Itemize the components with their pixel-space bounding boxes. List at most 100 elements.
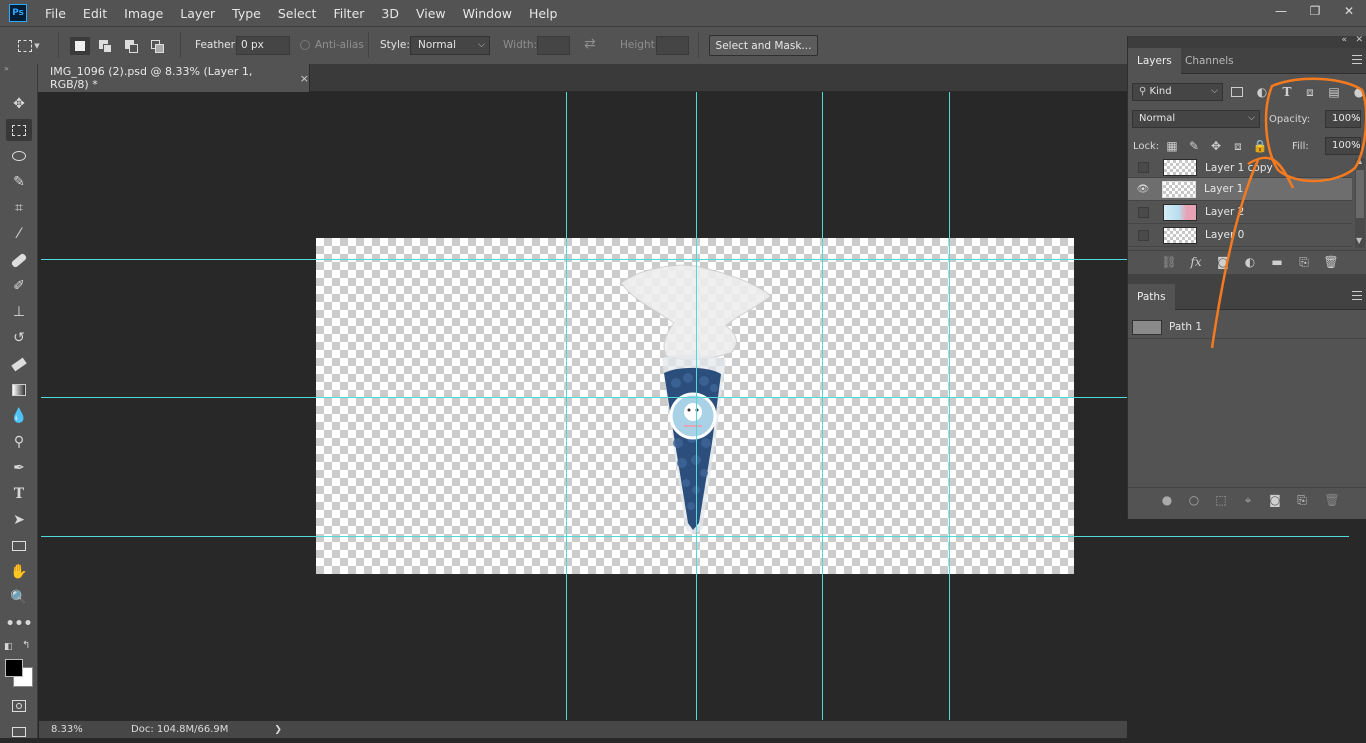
lock-transparent-pixels-icon[interactable]: ▦ — [1163, 137, 1181, 155]
intersect-selection-button[interactable] — [148, 37, 168, 55]
close-panels-icon[interactable]: ✕ — [1355, 35, 1363, 45]
marquee-preset-picker[interactable]: ▼ — [16, 35, 42, 57]
layer-row-layer-1[interactable]: 👁 Layer 1 — [1128, 178, 1352, 201]
path-selection-tool[interactable]: ➤ — [6, 509, 32, 531]
menu-filter[interactable]: Filter — [333, 6, 364, 21]
lock-artboard-icon[interactable]: ⧈ — [1229, 137, 1247, 155]
menu-layer[interactable]: Layer — [180, 6, 215, 21]
zoom-tool[interactable]: 🔍 — [6, 587, 32, 609]
new-layer-icon[interactable]: ⎘ — [1295, 253, 1313, 271]
eye-icon[interactable]: 👁 — [1135, 181, 1151, 197]
scroll-down-icon[interactable]: ▼ — [1356, 236, 1362, 245]
add-mask-icon[interactable]: ◙ — [1266, 491, 1284, 509]
vertical-guide[interactable] — [822, 92, 823, 720]
tab-paths[interactable]: Paths — [1128, 284, 1175, 310]
layer-list-scrollbar[interactable]: ▲ ▼ — [1355, 158, 1365, 248]
eyedropper-tool[interactable]: ⁄ — [6, 223, 32, 245]
new-path-icon[interactable]: ⎘ — [1293, 491, 1311, 509]
layer-row-layer-2[interactable]: Layer 2 — [1128, 201, 1352, 224]
menu-file[interactable]: File — [45, 6, 66, 21]
filter-pixel-layers-icon[interactable] — [1228, 83, 1246, 101]
lasso-tool[interactable] — [6, 145, 32, 167]
filter-type-layers-icon[interactable]: T — [1278, 83, 1296, 101]
swap-width-height-icon[interactable]: ⇄ — [584, 36, 596, 52]
link-layers-icon[interactable]: ⛓ — [1160, 253, 1178, 271]
layer-visibility-toggle[interactable] — [1138, 229, 1149, 241]
width-input[interactable] — [537, 36, 570, 55]
screen-mode-button[interactable] — [6, 721, 32, 743]
type-tool[interactable]: T — [6, 483, 32, 505]
menu-select[interactable]: Select — [278, 6, 317, 21]
dodge-tool[interactable]: ⚲ — [6, 431, 32, 453]
scroll-up-icon[interactable]: ▲ — [1356, 158, 1362, 165]
filter-adjustment-layers-icon[interactable]: ◐ — [1253, 83, 1271, 101]
minimize-button[interactable]: — — [1264, 0, 1298, 22]
layer-style-icon[interactable]: fx — [1187, 253, 1205, 271]
layer-filter-select[interactable]: ⚲ Kind ⌵ — [1132, 83, 1223, 101]
antialias-checkbox[interactable] — [300, 40, 310, 50]
crop-tool[interactable]: ⌗ — [6, 197, 32, 219]
layer-visibility-toggle[interactable] — [1138, 162, 1149, 173]
status-menu-arrow-icon[interactable]: ❯ — [274, 725, 282, 735]
scrollbar-thumb[interactable] — [1356, 170, 1364, 218]
layer-row-layer-0[interactable]: Layer 0 — [1128, 224, 1352, 247]
select-and-mask-button[interactable]: Select and Mask... — [709, 35, 818, 56]
hand-tool[interactable]: ✋ — [6, 561, 32, 583]
menu-window[interactable]: Window — [463, 6, 512, 21]
lock-all-icon[interactable]: 🔒 — [1251, 137, 1269, 155]
menu-3d[interactable]: 3D — [381, 6, 399, 21]
default-colors-icon[interactable]: ◧ — [4, 642, 13, 652]
layer-visibility-toggle[interactable] — [1138, 206, 1149, 218]
menu-image[interactable]: Image — [124, 6, 163, 21]
blend-mode-select[interactable]: Normal ⌵ — [1132, 110, 1260, 128]
filter-shape-layers-icon[interactable]: ⧈ — [1301, 83, 1319, 101]
feather-input[interactable]: 0 px — [236, 36, 290, 55]
quick-mask-button[interactable] — [6, 695, 32, 717]
delete-layer-icon[interactable]: 🗑 — [1322, 253, 1340, 271]
restore-button[interactable]: ❐ — [1298, 0, 1332, 22]
menu-help[interactable]: Help — [529, 6, 558, 21]
close-button[interactable]: ✕ — [1332, 0, 1366, 22]
make-work-path-icon[interactable]: ⌖ — [1239, 491, 1257, 509]
swap-colors-icon[interactable]: ↰ — [22, 640, 30, 651]
fill-chevron-icon[interactable]: ⌵ — [1352, 140, 1359, 150]
eraser-tool[interactable] — [6, 353, 32, 375]
vertical-guide[interactable] — [566, 92, 567, 720]
style-select[interactable]: Normal ⌵ — [410, 36, 490, 55]
vertical-guide[interactable] — [949, 92, 950, 720]
add-to-selection-button[interactable] — [96, 37, 116, 55]
new-group-icon[interactable]: ▬ — [1268, 253, 1286, 271]
tab-channels[interactable]: Channels — [1176, 48, 1243, 74]
edit-toolbar-button[interactable]: ••• — [6, 613, 33, 635]
new-adjustment-layer-icon[interactable]: ◐ — [1241, 253, 1259, 271]
tab-layers[interactable]: Layers — [1128, 48, 1181, 74]
document-canvas[interactable] — [316, 238, 1074, 574]
healing-brush-tool[interactable] — [6, 249, 32, 271]
horizontal-guide[interactable] — [41, 536, 1349, 537]
close-tab-icon[interactable]: × — [300, 72, 309, 85]
vertical-guide[interactable] — [696, 92, 697, 720]
layer-row-layer-1-copy[interactable]: Layer 1 copy — [1128, 158, 1352, 178]
path-row-path-1[interactable]: Path 1 — [1128, 316, 1366, 339]
rectangular-marquee-tool[interactable] — [6, 119, 32, 141]
expand-toolbar-icon[interactable]: » — [4, 64, 9, 73]
collapse-panels-icon[interactable]: « — [1341, 35, 1347, 45]
opacity-chevron-icon[interactable]: ⌵ — [1352, 113, 1359, 123]
delete-path-icon[interactable]: 🗑 — [1323, 491, 1341, 509]
history-brush-tool[interactable]: ↺ — [6, 327, 32, 349]
stroke-path-icon[interactable]: ○ — [1185, 491, 1203, 509]
document-tab[interactable]: IMG_1096 (2).psd @ 8.33% (Layer 1, RGB/8… — [38, 64, 310, 92]
menu-view[interactable]: View — [416, 6, 446, 21]
zoom-level[interactable]: 8.33% — [51, 724, 131, 735]
photoshop-logo-icon[interactable]: Ps — [9, 4, 27, 22]
lock-image-pixels-icon[interactable]: ✎ — [1185, 137, 1203, 155]
brush-tool[interactable]: ✐ — [6, 275, 32, 297]
fill-path-icon[interactable]: ● — [1158, 491, 1176, 509]
quick-selection-tool[interactable]: ✎ — [6, 171, 32, 193]
blur-tool[interactable]: 💧 — [6, 405, 32, 427]
move-tool[interactable]: ✥ — [6, 93, 32, 115]
foreground-color-swatch[interactable] — [5, 659, 23, 677]
subtract-from-selection-button[interactable] — [122, 37, 142, 55]
load-path-as-selection-icon[interactable]: ⬚ — [1212, 491, 1230, 509]
filter-toggle-icon[interactable]: ● — [1350, 83, 1366, 101]
